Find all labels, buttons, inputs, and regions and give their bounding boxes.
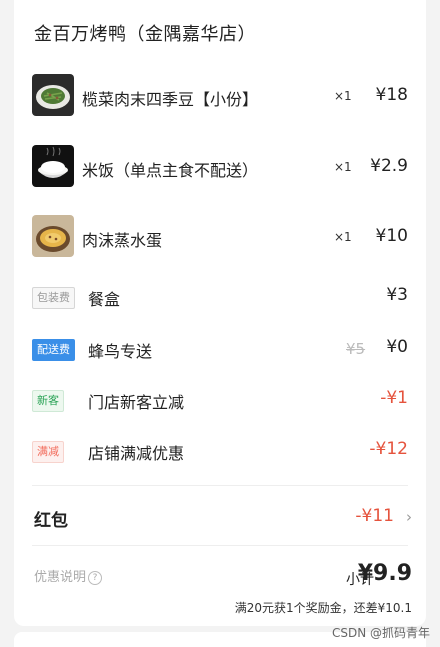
discount-value: -¥1 (380, 388, 408, 408)
fee-value: ¥3 (386, 285, 408, 305)
order-card: 金百万烤鸭（金隅嘉华店） 榄菜肉末四季豆【小份】 ×1 ¥18 米饭（单点主食不… (14, 0, 426, 626)
item-name: 肉沫蒸水蛋 (82, 231, 163, 250)
item-price: ¥10 (375, 226, 408, 246)
new-customer-tag: 新客 (32, 390, 64, 412)
fee-label: 门店新客立减 (88, 393, 185, 412)
delivery-fee-tag: 配送费 (32, 339, 75, 361)
fee-label: 餐盒 (88, 290, 121, 309)
food-image (32, 215, 74, 257)
item-quantity: ×1 (334, 160, 352, 174)
fee-label: 蜂鸟专送 (88, 342, 153, 361)
fee-label: 店铺满减优惠 (88, 444, 185, 463)
question-mark-icon[interactable]: ? (88, 571, 103, 585)
item-price: ¥2.9 (370, 156, 408, 176)
food-image (32, 74, 74, 116)
delivery-fee-row: 配送费 蜂鸟专送 ¥5 ¥0 (32, 336, 408, 364)
subtotal-value: ¥9.9 (357, 561, 412, 586)
chevron-right-icon[interactable]: › (406, 508, 412, 526)
hongbao-value[interactable]: -¥11 (355, 506, 394, 526)
promo-info-link[interactable]: 优惠说明? (34, 566, 103, 585)
packaging-fee-tag: 包装费 (32, 287, 75, 309)
divider (32, 545, 408, 546)
item-name: 榄菜肉末四季豆【小份】 (82, 90, 259, 109)
order-item: 肉沫蒸水蛋 ×1 ¥10 (32, 215, 408, 259)
hongbao-label[interactable]: 红包 (34, 506, 68, 531)
order-item: 榄菜肉末四季豆【小份】 ×1 ¥18 (32, 74, 408, 118)
item-price: ¥18 (375, 85, 408, 105)
promo-info-label: 优惠说明 (34, 570, 87, 585)
discount-value: -¥12 (369, 439, 408, 459)
food-image (32, 145, 74, 187)
new-customer-discount-row: 新客 门店新客立减 -¥1 (32, 387, 408, 415)
reward-note: 满20元获1个奖励金，还差¥10.1 (234, 601, 412, 615)
divider (32, 485, 408, 486)
full-reduction-tag: 满减 (32, 441, 64, 463)
item-quantity: ×1 (334, 89, 352, 103)
original-delivery-fee: ¥5 (346, 340, 366, 358)
item-name: 米饭（单点主食不配送） (82, 161, 259, 180)
shop-title[interactable]: 金百万烤鸭（金隅嘉华店） (34, 20, 256, 46)
fee-value: ¥0 (386, 337, 408, 357)
full-reduction-discount-row: 满减 店铺满减优惠 -¥12 (32, 438, 408, 466)
packaging-fee-row: 包装费 餐盒 ¥3 (32, 284, 408, 312)
item-quantity: ×1 (334, 230, 352, 244)
watermark: CSDN @抓码青年 (331, 626, 430, 640)
order-item: 米饭（单点主食不配送） ×1 ¥2.9 (32, 145, 408, 189)
